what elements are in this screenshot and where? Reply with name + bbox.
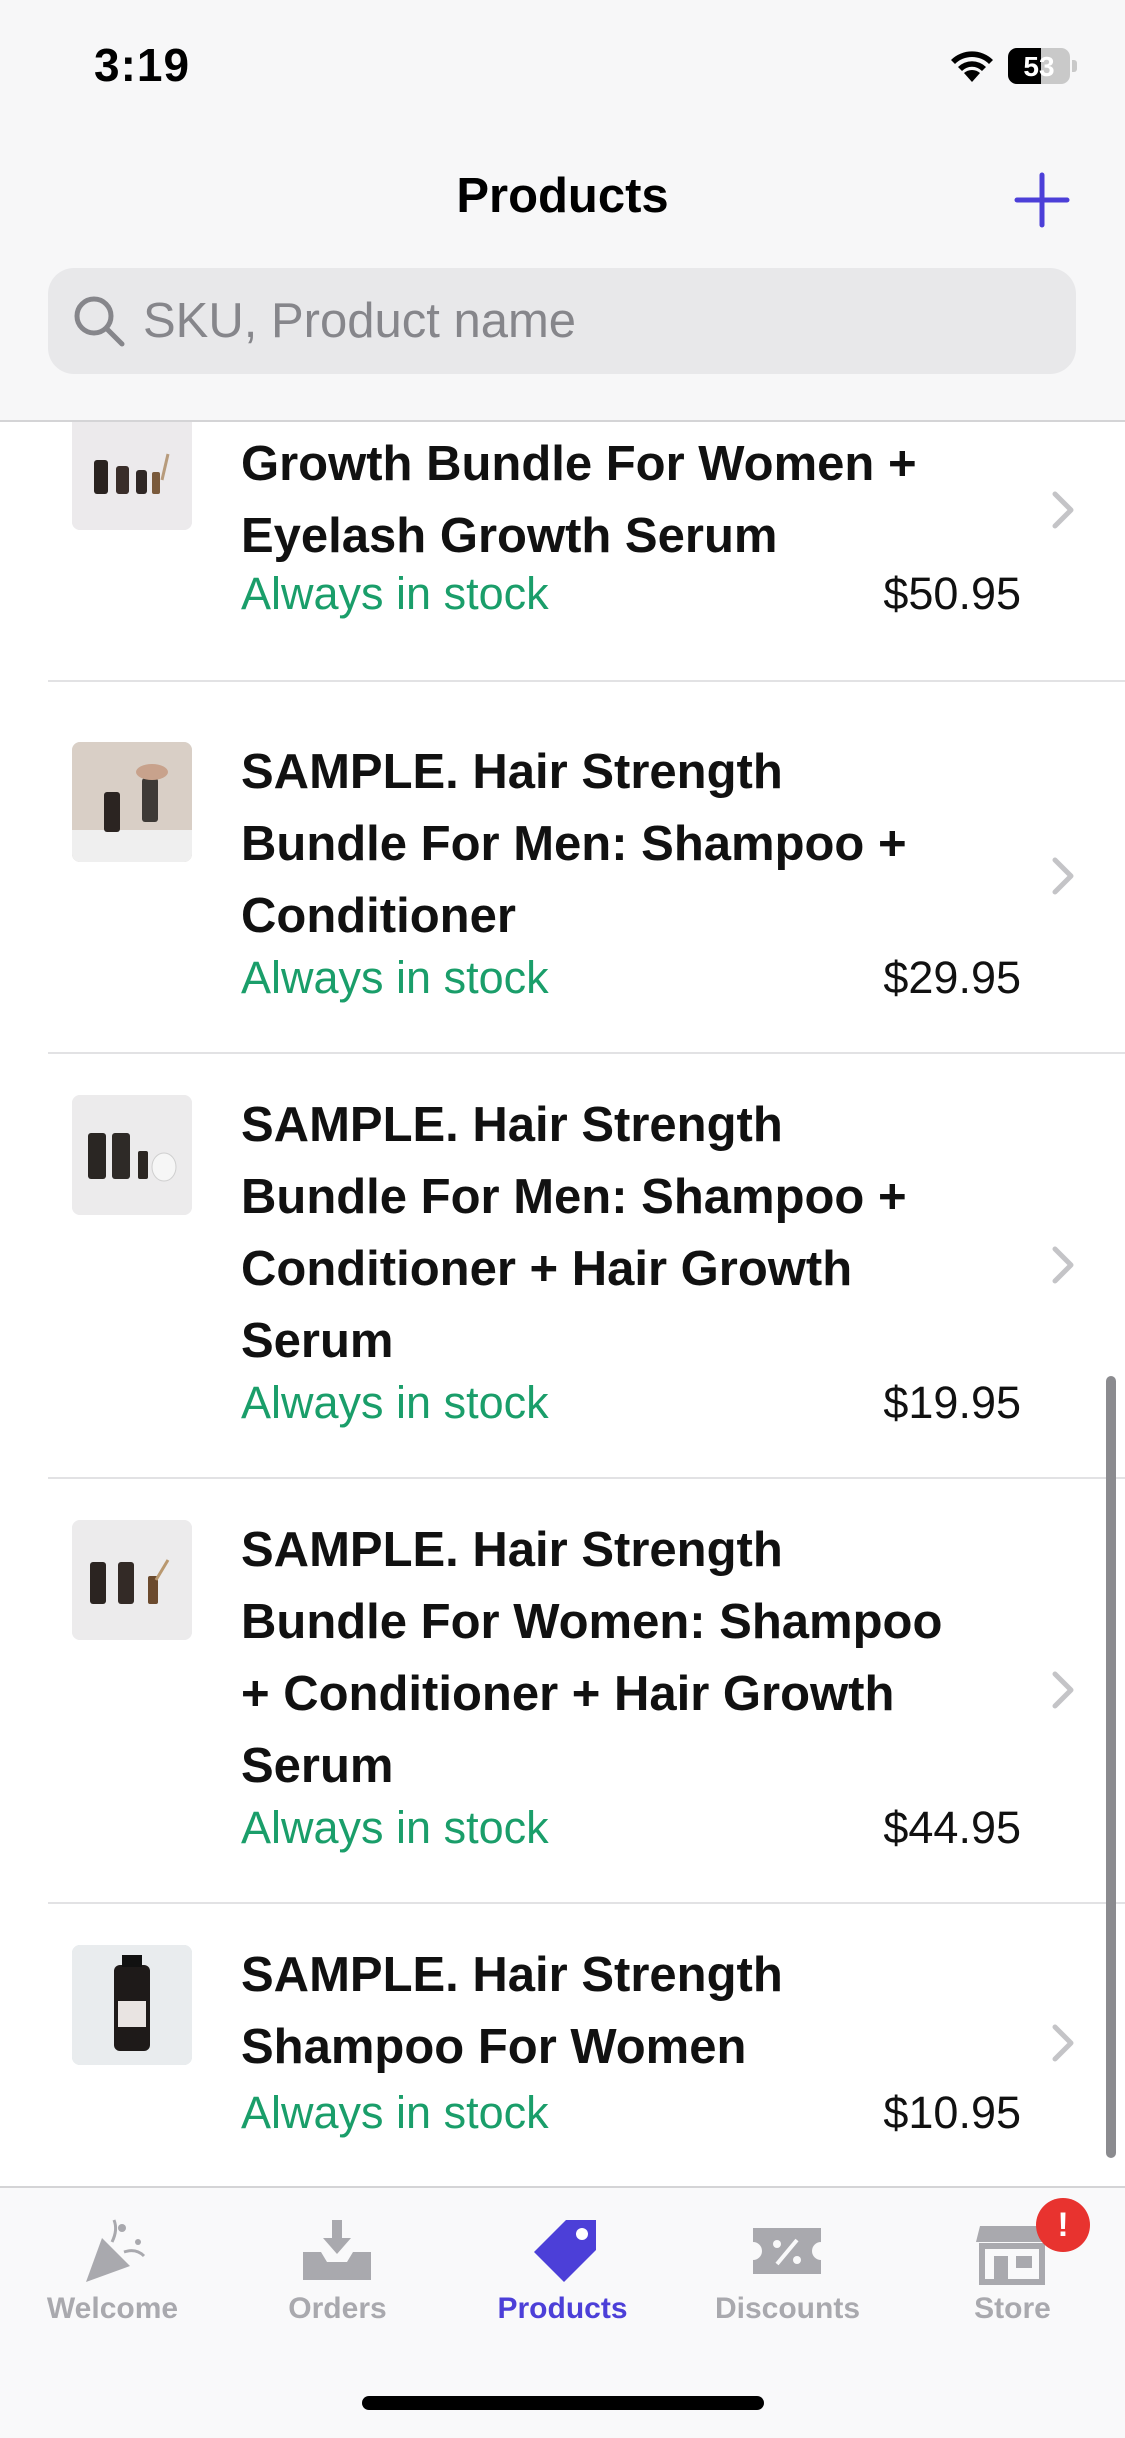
product-row[interactable]: SAMPLE. Hair Strength Bundle For Men: Sh… (48, 700, 1125, 1054)
product-thumbnail (72, 420, 192, 530)
plus-icon[interactable] (1012, 170, 1072, 230)
stock-status: Always in stock (241, 2087, 549, 2138)
tag-icon (534, 2220, 596, 2282)
tab-welcome[interactable]: Welcome (0, 2188, 225, 2348)
tab-discounts[interactable]: Discounts (675, 2188, 900, 2348)
search-icon (74, 296, 125, 347)
product-row[interactable]: SAMPLE. Hair Strength Bundle For Men: Sh… (48, 1053, 1125, 1479)
product-row[interactable]: SAMPLE. Hair Strength Shampoo For Women … (48, 1903, 1125, 2186)
product-price: $19.95 (883, 1377, 1021, 1428)
stock-status: Always in stock (241, 1802, 549, 1853)
product-price: $29.95 (883, 952, 1021, 1003)
product-row[interactable]: SAMPLE. Hair Strength & Growth Bundle Fo… (48, 420, 1125, 682)
tab-label: Store (974, 2292, 1051, 2325)
product-thumbnail (72, 1945, 192, 2065)
product-name: SAMPLE. Hair Strength & Growth Bundle Fo… (241, 437, 917, 563)
product-name: SAMPLE. Hair Strength Bundle For Men: Sh… (241, 745, 907, 943)
battery-level: 53 (1023, 51, 1055, 82)
tab-label: Products (497, 2292, 628, 2325)
tab-orders[interactable]: Orders (225, 2188, 450, 2348)
product-price: $44.95 (883, 1802, 1021, 1853)
stock-status: Always in stock (241, 568, 549, 619)
status-time: 3:19 (94, 39, 191, 91)
tab-label: Discounts (714, 2292, 861, 2325)
chevron-right-icon (1052, 857, 1074, 895)
product-price: $50.95 (883, 568, 1021, 619)
chevron-right-icon (1052, 2024, 1074, 2062)
store-alert-badge: ! (1036, 2198, 1090, 2252)
chevron-right-icon (1052, 1671, 1074, 1709)
tab-products[interactable]: Products (450, 2188, 675, 2348)
battery-icon: 53 (1008, 48, 1077, 84)
status-bar: 3:19 53 (0, 0, 1125, 130)
tab-label: Welcome (46, 2292, 179, 2325)
product-list[interactable]: SAMPLE. Hair Strength & Growth Bundle Fo… (0, 420, 1125, 2186)
stock-status: Always in stock (241, 952, 549, 1003)
product-row[interactable]: SAMPLE. Hair Strength Bundle For Women: … (48, 1478, 1125, 1904)
search-input[interactable]: SKU, Product name (48, 268, 1076, 374)
scrollbar[interactable] (1106, 1376, 1116, 2158)
product-thumbnail (72, 742, 192, 862)
stock-status: Always in stock (241, 1377, 549, 1428)
wifi-icon (951, 51, 993, 82)
party-popper-icon (86, 2219, 146, 2282)
nav-header: Products SKU, Product name (0, 130, 1125, 422)
product-name: SAMPLE. Hair Strength Shampoo For Women (241, 1948, 783, 2074)
search-placeholder: SKU, Product name (143, 294, 577, 348)
inbox-download-icon (303, 2220, 371, 2280)
product-thumbnail (72, 1520, 192, 1640)
tab-store[interactable]: Store (900, 2188, 1125, 2348)
product-thumbnail (72, 1095, 192, 1215)
page-title: Products (456, 169, 669, 223)
product-name: SAMPLE. Hair Strength Bundle For Men: Sh… (241, 1098, 907, 1368)
chevron-right-icon (1052, 1246, 1074, 1284)
chevron-right-icon (1052, 491, 1074, 529)
product-price: $10.95 (883, 2087, 1021, 2138)
product-name: SAMPLE. Hair Strength Bundle For Women: … (241, 1523, 943, 1793)
home-indicator[interactable] (362, 2396, 764, 2410)
discount-ticket-icon (753, 2228, 821, 2274)
tab-label: Orders (288, 2292, 387, 2325)
